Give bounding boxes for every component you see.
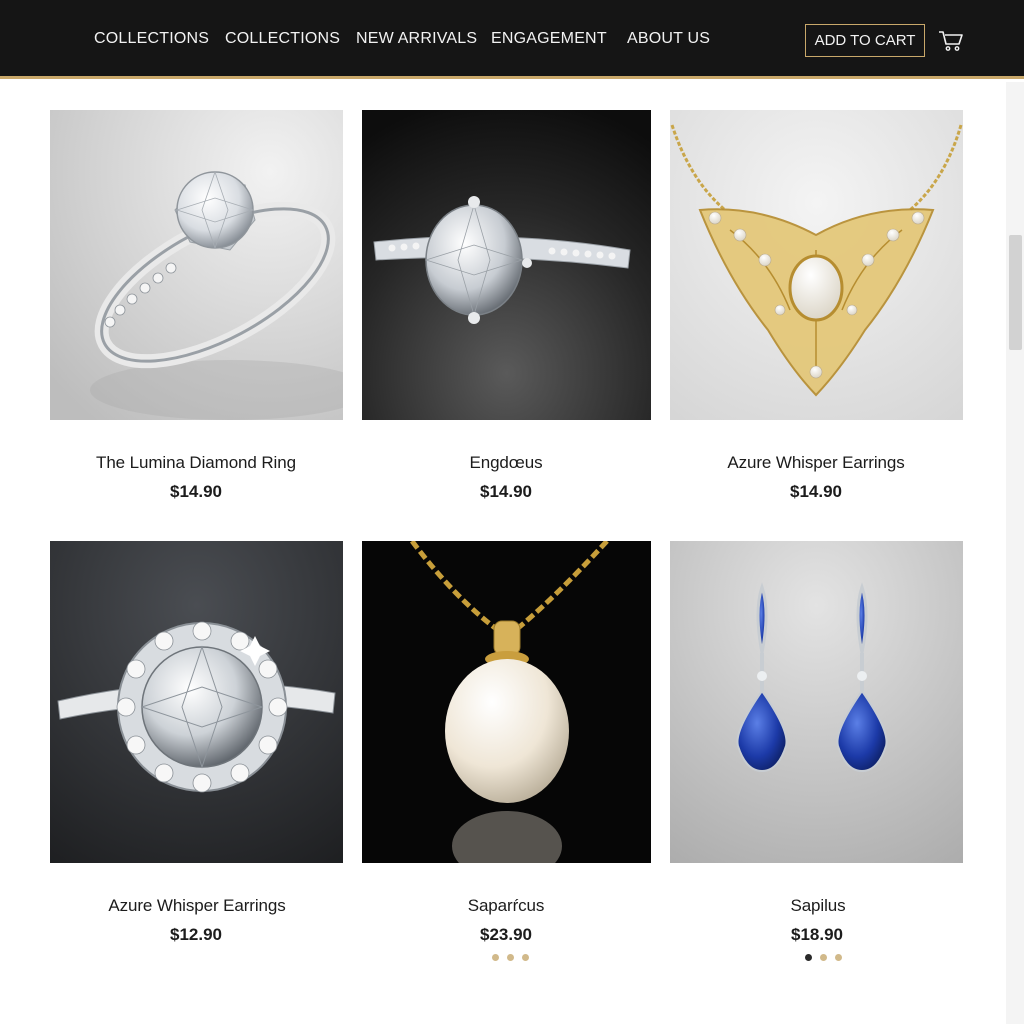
product-price: $14.90 [170, 482, 222, 501]
carousel-dot-active[interactable] [805, 954, 812, 961]
product-price: $14.90 [790, 482, 842, 501]
carousel-dots-sapphire-earrings [805, 954, 842, 961]
nav-link-collections-2[interactable]: COLLECTIONS [225, 30, 340, 48]
halo-diamond-ring-photo [50, 541, 343, 863]
shopping-cart-icon[interactable] [938, 29, 964, 53]
product-image-diamond-ring-dark[interactable] [362, 110, 651, 420]
nav-link-about-us[interactable]: ABOUT US [627, 30, 710, 48]
product-image-diamond-ring[interactable] [50, 110, 343, 420]
carousel-dot[interactable] [835, 954, 842, 961]
sapphire-drop-earrings-photo [670, 541, 963, 863]
product-price: $12.90 [170, 925, 222, 944]
carousel-dot[interactable] [820, 954, 827, 961]
product-image-halo-ring[interactable] [50, 541, 343, 863]
product-name[interactable]: Azure Whisper Earrings [666, 453, 966, 473]
nav-link-new-arrivals[interactable]: NEW ARRIVALS [356, 30, 477, 48]
top-navigation-bar: COLLECTIONS COLLECTIONS NEW ARRIVALS ENG… [0, 0, 1024, 79]
carousel-dot[interactable] [492, 954, 499, 961]
product-name[interactable]: The Lumina Diamond Ring [46, 453, 346, 473]
carousel-dot[interactable] [522, 954, 529, 961]
diamond-ring-photo [50, 110, 343, 420]
product-name[interactable]: Engdœus [356, 453, 656, 473]
product-image-sapphire-earrings[interactable] [670, 541, 963, 863]
product-name[interactable]: Saparŕcus [356, 896, 656, 916]
product-name[interactable]: Azure Whisper Earrings [47, 896, 347, 916]
gold-pearl-necklace-photo [670, 110, 963, 420]
scrollbar-thumb[interactable] [1009, 235, 1022, 350]
carousel-dot[interactable] [507, 954, 514, 961]
product-price: $14.90 [480, 482, 532, 501]
product-price: $23.90 [480, 925, 532, 944]
carousel-dots-pearl-pendant [492, 954, 529, 961]
product-name[interactable]: Sapilus [668, 896, 968, 916]
product-price: $18.90 [791, 925, 843, 944]
diamond-ring-dark-photo [362, 110, 651, 420]
product-image-pearl-pendant[interactable] [362, 541, 651, 863]
scrollbar-track[interactable] [1006, 82, 1024, 1024]
nav-link-collections[interactable]: COLLECTIONS [94, 30, 209, 48]
product-image-pearl-necklace[interactable] [670, 110, 963, 420]
nav-link-engagement[interactable]: ENGAGEMENT [491, 30, 607, 48]
pearl-pendant-photo [362, 541, 651, 863]
add-to-cart-button[interactable]: ADD TO CART [805, 24, 925, 57]
